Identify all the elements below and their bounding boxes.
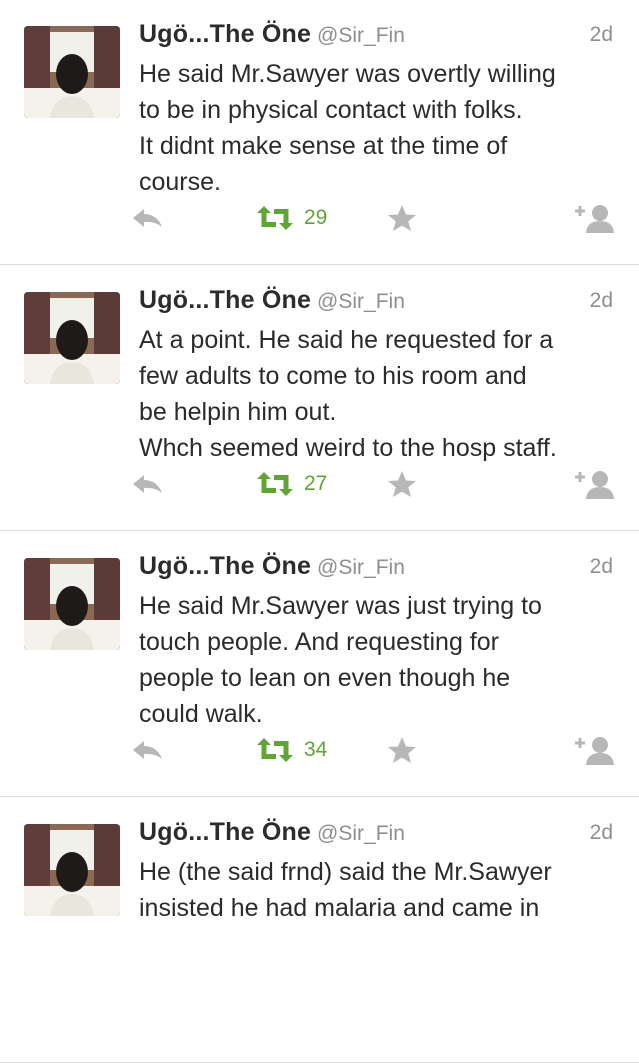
tweet-text-line: He (the said frnd) said the Mr.Sawyer (139, 858, 552, 886)
retweet-count: 27 (304, 472, 328, 495)
avatar-photo (24, 558, 120, 650)
tweet-text-line: course. (139, 168, 221, 196)
retweet-icon (257, 738, 293, 762)
retweet-button[interactable]: 27 (255, 464, 327, 504)
retweet-count: 29 (304, 206, 328, 229)
user-handle[interactable]: @Sir_Fin (317, 290, 405, 313)
user-avatar[interactable] (24, 26, 120, 118)
tweet-text: He said Mr.Sawyer was overtly willing to… (139, 56, 624, 200)
star-icon (388, 471, 416, 497)
timestamp: 2d (589, 23, 613, 46)
user-avatar[interactable] (24, 558, 120, 650)
reply-icon (133, 475, 162, 493)
retweet-count: 34 (304, 738, 328, 761)
user-handle[interactable]: @Sir_Fin (317, 556, 405, 579)
reply-button[interactable] (130, 198, 166, 238)
follow-button[interactable] (573, 464, 617, 504)
retweet-button[interactable]: 29 (255, 198, 327, 238)
tweet[interactable]: Ugö...The Öne @Sir_Fin 2d At a point. He … (0, 266, 639, 531)
tweet-text-line: insisted he had malaria and came in (139, 894, 540, 922)
user-avatar[interactable] (24, 824, 120, 916)
star-icon (388, 737, 416, 763)
tweet[interactable]: Ugö...The Öne @Sir_Fin 2d He said Mr.Sawy… (0, 0, 639, 265)
add-user-icon (575, 737, 614, 765)
tweet[interactable]: Ugö...The Öne @Sir_Fin 2d He (the said fr… (0, 798, 639, 1063)
tweet-text: He (the said frnd) said the Mr.Sawyer in… (139, 854, 624, 926)
avatar-photo (24, 824, 120, 916)
tweet-text-line: be helpin him out. (139, 398, 337, 426)
tweet-text-line: could walk. (139, 700, 263, 728)
user-avatar[interactable] (24, 292, 120, 384)
add-user-icon (575, 205, 614, 233)
display-name[interactable]: Ugö...The Öne (139, 286, 311, 314)
favorite-button[interactable] (386, 730, 418, 770)
reply-icon (133, 209, 162, 227)
add-user-icon (575, 471, 614, 499)
tweet-text-line: He said Mr.Sawyer was overtly willing (139, 60, 556, 88)
tweet-text-line: He said Mr.Sawyer was just trying to (139, 592, 542, 620)
display-name[interactable]: Ugö...The Öne (139, 552, 311, 580)
tweet-text-line: to be in physical contact with folks. (139, 96, 523, 124)
favorite-button[interactable] (386, 198, 418, 238)
avatar-photo (24, 292, 120, 384)
retweet-button[interactable]: 34 (255, 730, 327, 770)
follow-button[interactable] (573, 198, 617, 238)
tweet-header: Ugö...The Öne @Sir_Fin 2d (139, 286, 613, 320)
tweet-text: He said Mr.Sawyer was just trying to tou… (139, 588, 624, 732)
follow-button[interactable] (573, 730, 617, 770)
timestamp: 2d (589, 289, 613, 312)
user-handle[interactable]: @Sir_Fin (317, 822, 405, 845)
tweet-text-line: Whch seemed weird to the hosp staff. (139, 434, 557, 462)
timestamp: 2d (589, 555, 613, 578)
reply-icon (133, 741, 162, 759)
star-icon (388, 205, 416, 231)
display-name[interactable]: Ugö...The Öne (139, 818, 311, 846)
reply-button[interactable] (130, 464, 166, 504)
tweet-text-line: At a point. He said he requested for a (139, 326, 554, 354)
tweet-header: Ugö...The Öne @Sir_Fin 2d (139, 20, 613, 54)
retweet-icon (257, 472, 293, 496)
tweet-text-line: It didnt make sense at the time of (139, 132, 508, 160)
tweet-actions: 34 (0, 730, 639, 770)
tweet-text-line: few adults to come to his room and (139, 362, 527, 390)
reply-button[interactable] (130, 730, 166, 770)
tweet-actions: 29 (0, 198, 639, 238)
timestamp: 2d (589, 821, 613, 844)
tweet-text-line: people to lean on even though he (139, 664, 511, 692)
user-handle[interactable]: @Sir_Fin (317, 24, 405, 47)
tweet[interactable]: Ugö...The Öne @Sir_Fin 2d He said Mr.Sawy… (0, 532, 639, 797)
avatar-photo (24, 26, 120, 118)
tweet-actions: 27 (0, 464, 639, 504)
tweet-text-line: touch people. And requesting for (139, 628, 499, 656)
tweet-header: Ugö...The Öne @Sir_Fin 2d (139, 818, 613, 852)
display-name[interactable]: Ugö...The Öne (139, 20, 311, 48)
tweet-text: At a point. He said he requested for a f… (139, 322, 624, 466)
favorite-button[interactable] (386, 464, 418, 504)
tweet-header: Ugö...The Öne @Sir_Fin 2d (139, 552, 613, 586)
retweet-icon (257, 206, 293, 230)
